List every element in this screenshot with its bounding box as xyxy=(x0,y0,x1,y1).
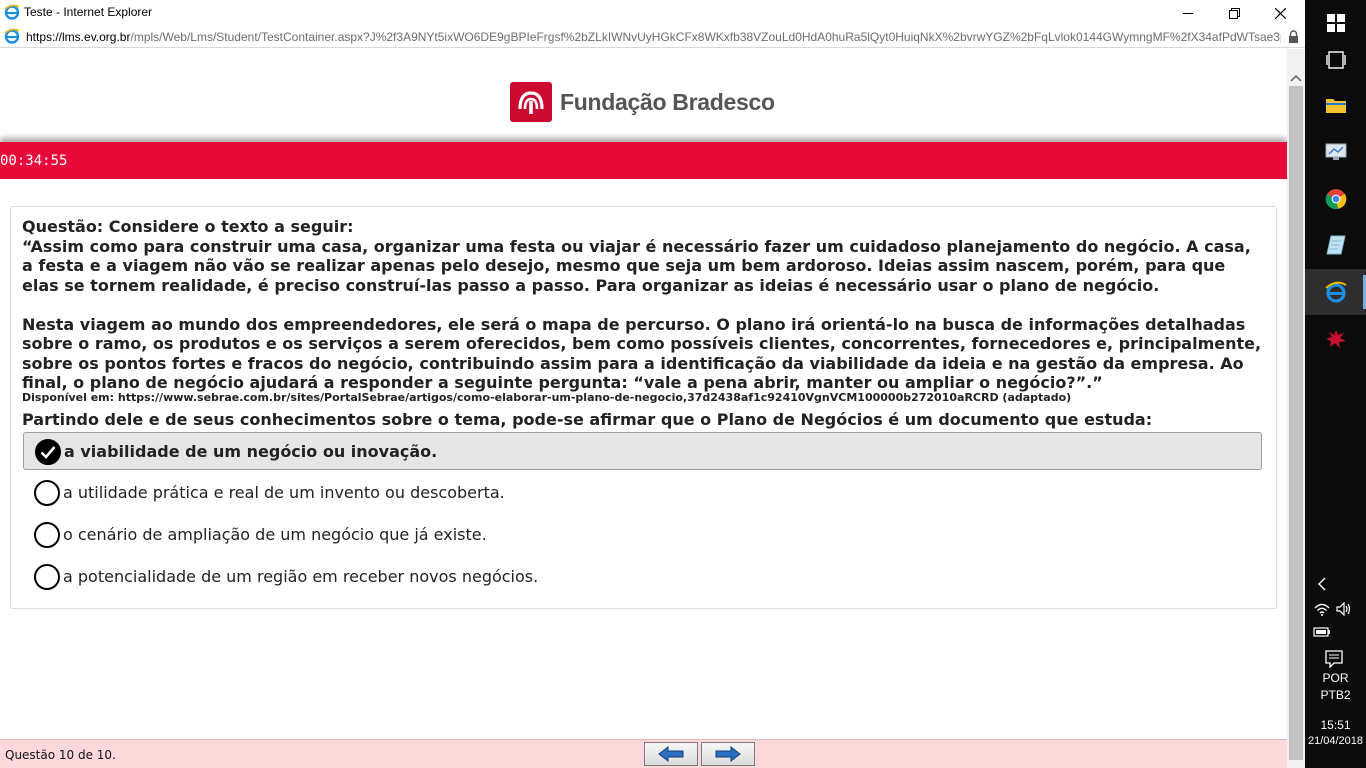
answer-option[interactable]: a viabilidade de um negócio ou inovação. xyxy=(23,432,1262,470)
arrow-right-icon xyxy=(715,746,741,762)
screen: Teste - Internet Explorer https://lms.ev… xyxy=(0,0,1366,768)
question-intro: Questão: Considere o texto a seguir: xyxy=(22,217,354,236)
footer-bar: Questão 10 de 10. xyxy=(0,739,1287,768)
next-question-button[interactable] xyxy=(701,742,755,766)
question-text: Questão: Considere o texto a seguir: “As… xyxy=(22,217,1267,393)
volume-icon[interactable] xyxy=(1334,600,1354,618)
url-text[interactable]: https://lms.ev.org.br/mpls/Web/Lms/Stude… xyxy=(26,30,1281,44)
radio-unchecked-icon[interactable] xyxy=(34,564,60,590)
radio-unchecked-icon[interactable] xyxy=(34,522,60,548)
radio-checked-icon[interactable] xyxy=(35,439,61,465)
chrome-icon xyxy=(1325,189,1346,210)
minimize-button[interactable] xyxy=(1165,0,1211,26)
taskbar-file-explorer[interactable] xyxy=(1305,82,1366,128)
taskbar-app[interactable] xyxy=(1305,129,1366,175)
brand-logo: Fundação Bradesco xyxy=(510,81,775,123)
title-bar[interactable]: Teste - Internet Explorer xyxy=(0,0,1305,26)
input-language[interactable]: POR xyxy=(1305,671,1366,685)
answer-option[interactable]: o cenário de ampliação de um negócio que… xyxy=(23,516,1262,554)
answer-option-label: a viabilidade de um negócio ou inovação. xyxy=(64,442,438,461)
question-card: Questão: Considere o texto a seguir: “As… xyxy=(10,206,1277,609)
wifi-icon[interactable] xyxy=(1312,600,1332,618)
input-layout[interactable]: PTB2 xyxy=(1305,688,1366,702)
scrollbar-thumb[interactable] xyxy=(1289,86,1303,760)
timer-bar: 00:34:55 xyxy=(0,142,1287,179)
action-center-icon[interactable] xyxy=(1322,648,1346,670)
notepad-icon xyxy=(1325,235,1346,255)
taskbar-internet-explorer[interactable] xyxy=(1305,269,1366,315)
red-splat-icon xyxy=(1325,330,1346,348)
windows-start-icon xyxy=(1326,14,1345,32)
answer-option-label: o cenário de ampliação de um negócio que… xyxy=(63,525,487,544)
scroll-up-icon[interactable] xyxy=(1290,67,1302,86)
task-view-button[interactable] xyxy=(1305,37,1366,83)
lock-icon[interactable] xyxy=(1288,29,1299,48)
radio-unchecked-icon[interactable] xyxy=(34,480,60,506)
internet-explorer-icon xyxy=(4,28,20,48)
brand-name: Fundação Bradesco xyxy=(560,88,775,115)
address-bar[interactable]: https://lms.ev.org.br/mpls/Web/Lms/Stude… xyxy=(0,26,1305,48)
browser-window: Teste - Internet Explorer https://lms.ev… xyxy=(0,0,1305,768)
source-citation: Disponível em: https://www.sebrae.com.br… xyxy=(22,391,1072,404)
monitor-icon xyxy=(1325,143,1346,160)
arrow-left-icon xyxy=(658,746,684,762)
question-prompt: Partindo dele e de seus conhecimentos so… xyxy=(22,410,1153,429)
clock-date[interactable]: 21/04/2018 xyxy=(1305,735,1366,747)
taskbar: POR PTB2 15:51 21/04/2018 xyxy=(1305,0,1366,768)
bradesco-logo-icon xyxy=(510,82,552,122)
internet-explorer-icon xyxy=(1324,281,1347,303)
page-viewport: Fundação Bradesco 00:34:55 Questão: Cons… xyxy=(0,49,1287,768)
answer-option[interactable]: a potencialidade de um região em receber… xyxy=(23,558,1262,596)
url-host: https://lms.ev.org.br xyxy=(26,30,131,44)
answer-option[interactable]: a utilidade prática e real de um invento… xyxy=(23,474,1262,512)
answer-option-label: a potencialidade de um região em receber… xyxy=(63,567,539,586)
taskbar-app[interactable] xyxy=(1305,222,1366,268)
question-paragraph-1: “Assim como para construir uma casa, org… xyxy=(22,236,1251,295)
close-button[interactable] xyxy=(1257,0,1303,26)
show-hidden-icons-chevron-icon[interactable] xyxy=(1310,573,1334,595)
task-view-icon xyxy=(1325,51,1346,69)
restore-button[interactable] xyxy=(1211,0,1257,26)
internet-explorer-icon xyxy=(4,4,20,24)
folder-icon xyxy=(1325,99,1346,113)
battery-icon[interactable] xyxy=(1312,624,1332,640)
question-progress: Questão 10 de 10. xyxy=(5,748,116,762)
question-paragraph-2: Nesta viagem ao mundo dos empreendedores… xyxy=(22,314,1262,393)
window-title: Teste - Internet Explorer xyxy=(24,5,153,19)
taskbar-app[interactable] xyxy=(1305,316,1366,362)
answer-option-label: a utilidade prática e real de um invento… xyxy=(63,483,505,502)
scroll-down-icon[interactable] xyxy=(1290,761,1302,768)
vertical-scrollbar[interactable] xyxy=(1287,49,1305,768)
url-path: /mpls/Web/Lms/Student/TestContainer.aspx… xyxy=(130,30,1281,44)
taskbar-chrome[interactable] xyxy=(1305,176,1366,222)
clock-time[interactable]: 15:51 xyxy=(1305,718,1366,732)
countdown-timer: 00:34:55 xyxy=(0,153,68,169)
previous-question-button[interactable] xyxy=(644,742,698,766)
